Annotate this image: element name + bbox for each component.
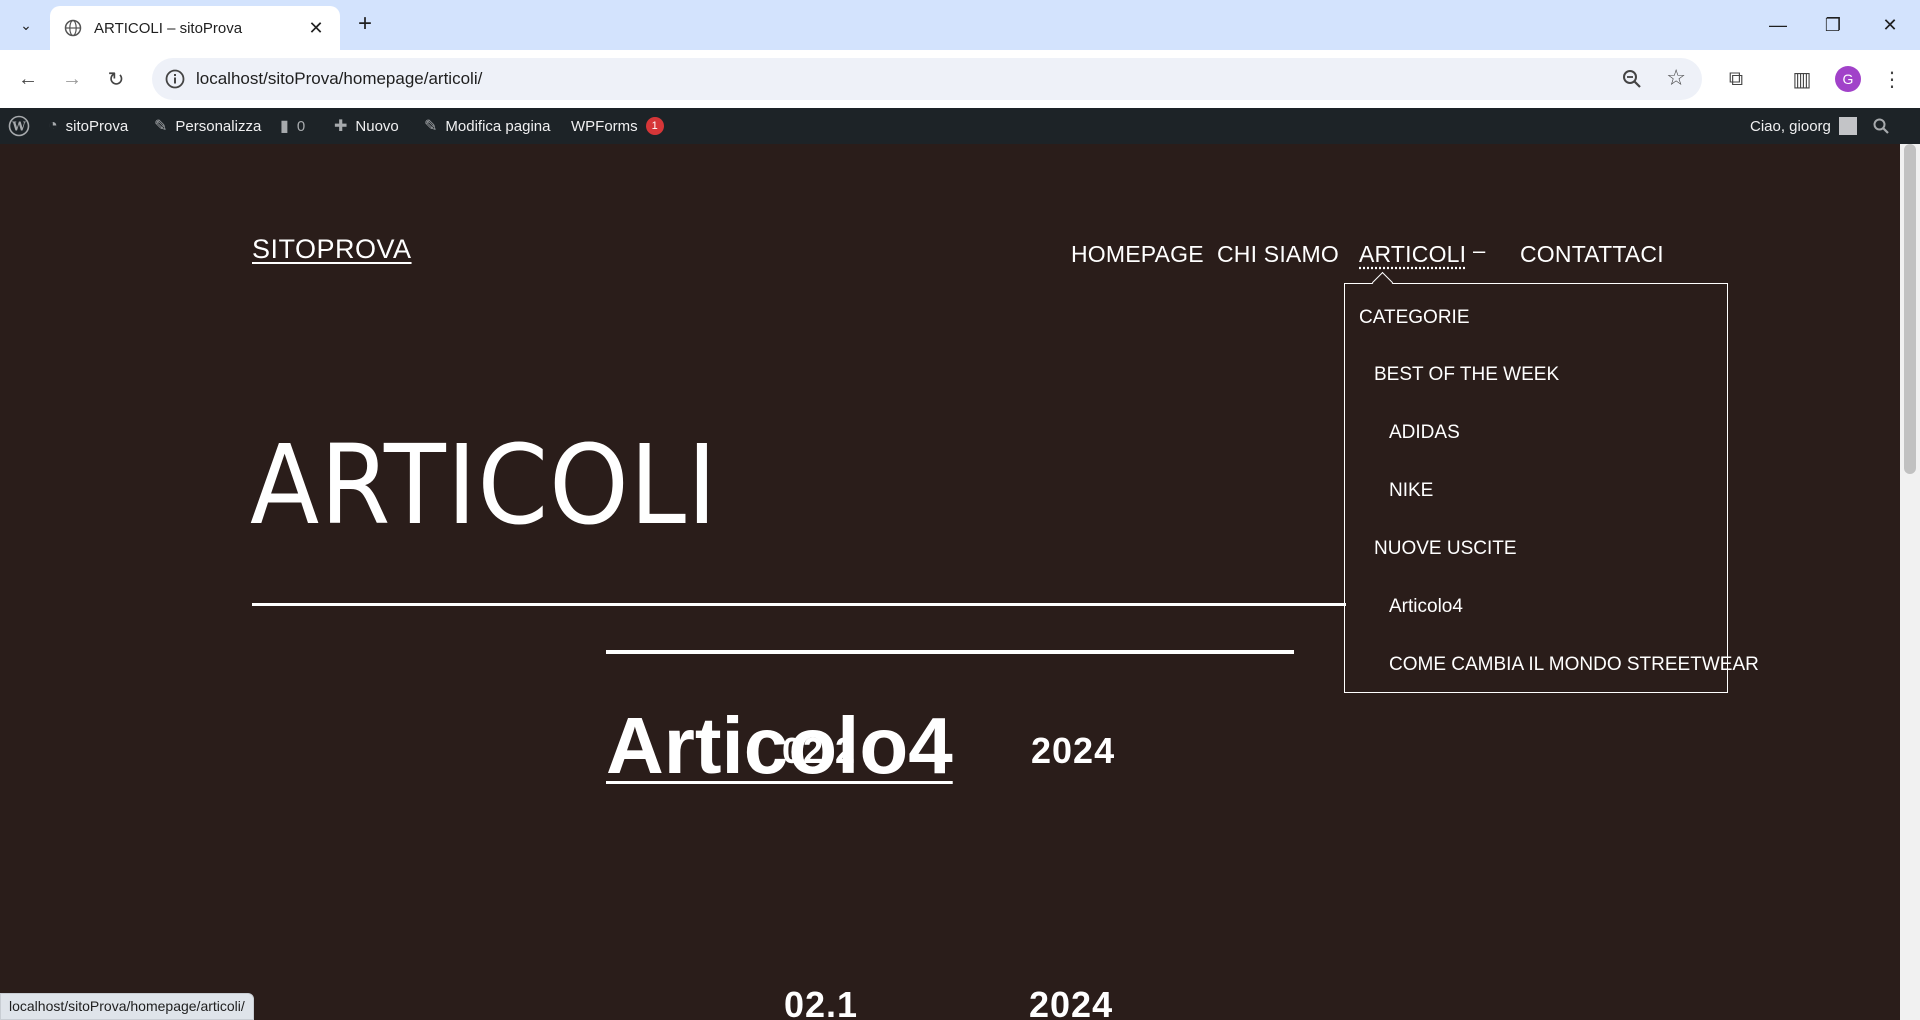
adminbar-search[interactable] <box>1872 108 1890 144</box>
menu-item-categorie[interactable]: CATEGORIE <box>1359 307 1470 329</box>
minimize-button[interactable]: — <box>1758 8 1798 42</box>
address-bar[interactable]: localhost/sitoProva/homepage/articoli/ ☆ <box>152 58 1702 100</box>
close-window-button[interactable]: ✕ <box>1870 8 1910 42</box>
extensions-button[interactable]: ⧉ <box>1720 63 1752 95</box>
search-icon <box>1873 118 1889 134</box>
adminbar-edit-page[interactable]: ✎ Modifica pagina <box>424 108 550 144</box>
notification-badge: 1 <box>645 117 664 135</box>
site-content: SITOPROVA HOMEPAGE CHI SIAMO ARTICOLI – … <box>0 144 1900 1020</box>
post-date-year: 2024 <box>1031 730 1116 771</box>
adminbar-edit-page-label: Modifica pagina <box>445 117 551 135</box>
adminbar-site-link[interactable]: ◔ sitoProva <box>48 108 128 144</box>
adminbar-new[interactable]: ✚ Nuovo <box>334 108 399 144</box>
adminbar-wpforms[interactable]: WPForms 1 <box>571 108 664 144</box>
adminbar-new-label: Nuovo <box>355 117 399 135</box>
comment-icon: ▮ <box>280 118 289 135</box>
site-title-link[interactable]: SITOPROVA <box>252 234 412 265</box>
tab-title: ARTICOLI – sitoProva <box>94 19 243 37</box>
menu-item-nike[interactable]: NIKE <box>1389 480 1433 502</box>
adminbar-customize[interactable]: ✎ Personalizza <box>154 108 261 144</box>
adminbar-comments[interactable]: ▮ 0 <box>280 108 305 144</box>
nav-submenu-toggle[interactable]: – <box>1473 238 1485 264</box>
page-title: ARTICOLI <box>250 421 718 549</box>
kebab-menu-icon: ⋮ <box>1882 68 1902 91</box>
plus-icon: ✚ <box>334 118 348 135</box>
menu-item-streetwear[interactable]: COME CAMBIA IL MONDO STREETWEAR <box>1389 654 1759 676</box>
new-tab-button[interactable]: + <box>352 12 378 38</box>
adminbar-greeting: Ciao, gioorg <box>1750 117 1831 135</box>
post-divider <box>606 650 1294 654</box>
wp-logo-button[interactable]: W <box>8 108 30 144</box>
page-title-divider <box>252 603 1346 606</box>
profile-avatar[interactable]: G <box>1835 66 1861 92</box>
forward-button[interactable]: → <box>56 63 88 95</box>
side-panel-button[interactable]: ▥ <box>1786 63 1818 95</box>
wp-admin-bar: W ◔ sitoProva ✎ Personalizza ▮ 0 ✚ Nuovo… <box>0 108 1920 144</box>
scrollbar-thumb[interactable] <box>1904 144 1916 474</box>
browser-tabstrip: ⌄ ARTICOLI – sitoProva ✕ + — ❐ ✕ <box>0 0 1920 50</box>
menu-item-adidas[interactable]: ADIDAS <box>1389 422 1460 444</box>
menu-item-best-of-week[interactable]: BEST OF THE WEEK <box>1374 364 1559 386</box>
menu-button[interactable]: ⋮ <box>1876 63 1908 95</box>
side-panel-icon: ▥ <box>1792 68 1812 91</box>
chevron-down-icon: ⌄ <box>20 16 32 33</box>
menu-item-articolo4[interactable]: Articolo4 <box>1389 596 1463 618</box>
puzzle-icon: ⧉ <box>1728 67 1744 90</box>
zoom-icon[interactable] <box>1620 67 1644 91</box>
svg-text:W: W <box>11 120 26 134</box>
adminbar-account[interactable]: Ciao, gioorg <box>1750 108 1857 144</box>
adminbar-customize-label: Personalizza <box>175 117 262 135</box>
arrow-right-icon: → <box>62 67 82 90</box>
adminbar-wpforms-label: WPForms <box>571 117 638 135</box>
wordpress-icon: W <box>8 115 30 137</box>
browser-toolbar: ← → ↻ localhost/sitoProva/homepage/artic… <box>0 50 1920 108</box>
bookmark-star-icon[interactable]: ☆ <box>1666 65 1686 91</box>
nav-chi-siamo[interactable]: CHI SIAMO <box>1217 241 1339 268</box>
back-button[interactable]: ← <box>12 63 44 95</box>
globe-icon <box>64 19 82 37</box>
nav-homepage[interactable]: HOMEPAGE <box>1071 241 1204 268</box>
page-scrollbar[interactable] <box>1900 144 1920 1020</box>
url-text: localhost/sitoProva/homepage/articoli/ <box>196 69 483 88</box>
brush-icon: ✎ <box>154 118 168 135</box>
dashboard-icon: ◔ <box>48 117 58 134</box>
reload-icon: ↻ <box>107 68 125 91</box>
browser-tab[interactable]: ARTICOLI – sitoProva ✕ <box>50 6 340 50</box>
tab-search-button[interactable]: ⌄ <box>10 9 42 41</box>
pencil-icon: ✎ <box>424 118 438 135</box>
post-title-link[interactable]: Articolo4 <box>606 700 953 792</box>
close-tab-icon[interactable]: ✕ <box>306 18 326 39</box>
arrow-left-icon: ← <box>18 67 38 90</box>
restore-button[interactable]: ❐ <box>1813 8 1853 42</box>
reload-button[interactable]: ↻ <box>100 63 132 95</box>
adminbar-comments-count: 0 <box>296 117 306 135</box>
articoli-dropdown-menu: CATEGORIE BEST OF THE WEEK ADIDAS NIKE N… <box>1344 283 1759 693</box>
user-avatar-icon <box>1838 117 1857 135</box>
link-status-bar: localhost/sitoProva/homepage/articoli/ <box>0 993 254 1020</box>
nav-articoli[interactable]: ARTICOLI <box>1359 241 1466 268</box>
menu-item-nuove-uscite[interactable]: NUOVE USCITE <box>1374 538 1517 560</box>
post-date-day-month: 02.1 <box>784 984 859 1020</box>
post-date-year: 2024 <box>1029 984 1114 1020</box>
site-info-icon[interactable] <box>164 68 186 90</box>
adminbar-site-name: sitoProva <box>65 117 129 135</box>
nav-contattaci[interactable]: CONTATTACI <box>1520 241 1664 268</box>
